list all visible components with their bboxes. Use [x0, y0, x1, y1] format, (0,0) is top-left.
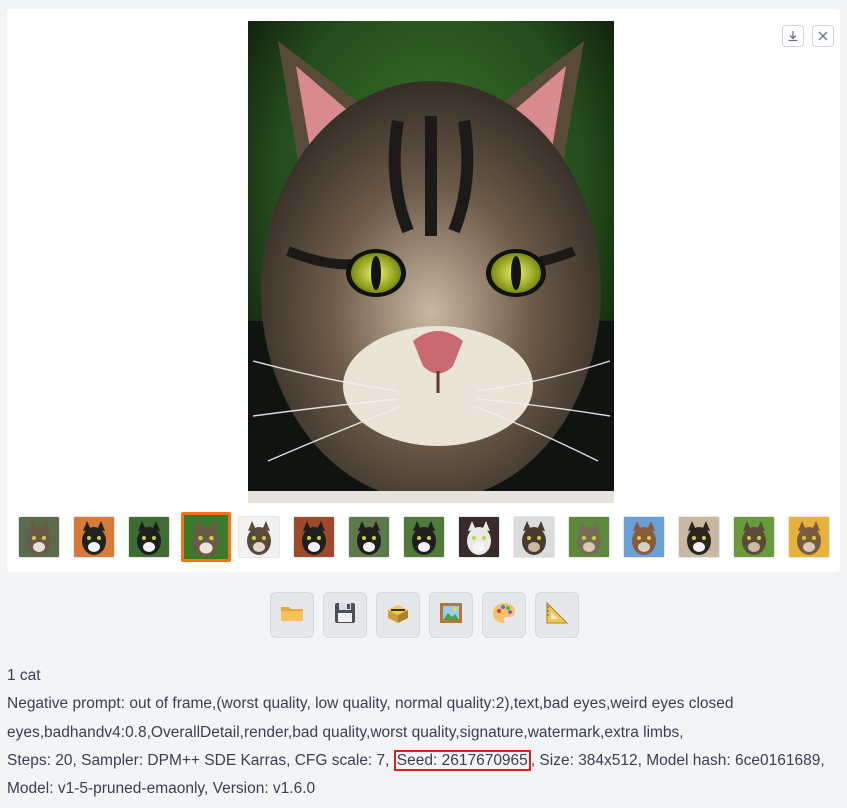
framed-picture-icon — [438, 600, 464, 631]
thumbnail-image — [129, 517, 169, 557]
params-text: Steps: 20, Sampler: DPM++ SDE Karras, CF… — [7, 751, 394, 769]
thumbnail-image — [734, 517, 774, 557]
thumbnail-image — [514, 517, 554, 557]
thumbnail-image — [184, 515, 228, 559]
generation-params: Steps: 20, Sampler: DPM++ SDE Karras, CF… — [7, 747, 843, 804]
action-toolbar — [0, 592, 847, 640]
seed-highlight: Seed: 2617670965 — [393, 749, 531, 771]
thumbnail-image — [459, 517, 499, 557]
thumbnail-strip — [0, 512, 847, 564]
thumbnail-image — [239, 517, 279, 557]
gallery-thumbnail[interactable] — [513, 516, 555, 558]
gallery-thumbnail[interactable] — [403, 516, 445, 558]
save-button[interactable] — [323, 592, 367, 638]
package-icon — [385, 600, 411, 631]
thumbnail-image — [679, 517, 719, 557]
gallery-thumbnail[interactable] — [788, 516, 830, 558]
gallery-thumbnail[interactable] — [181, 512, 231, 562]
negative-prompt-text: Negative prompt: out of frame,(worst qua… — [7, 695, 734, 741]
gallery-thumbnail[interactable] — [238, 516, 280, 558]
download-button[interactable] — [782, 25, 804, 47]
download-icon — [788, 31, 798, 42]
thumbnail-image — [19, 517, 59, 557]
gallery-thumbnail[interactable] — [568, 516, 610, 558]
send-to-img2img-button[interactable] — [429, 592, 473, 638]
gallery-thumbnail[interactable] — [458, 516, 500, 558]
gallery-thumbnail[interactable] — [73, 516, 115, 558]
open-folder-button[interactable] — [270, 592, 314, 638]
generation-info: 1 cat Negative prompt: out of frame,(wor… — [7, 662, 843, 803]
gallery-thumbnail[interactable] — [18, 516, 60, 558]
floppy-disk-icon — [332, 600, 358, 631]
main-preview-image[interactable] — [248, 21, 614, 503]
thumbnail-image — [349, 517, 389, 557]
gallery-panel — [7, 9, 840, 572]
send-to-inpaint-button[interactable] — [482, 592, 526, 638]
gallery-thumbnail[interactable] — [128, 516, 170, 558]
zip-button[interactable] — [376, 592, 420, 638]
folder-icon — [279, 600, 305, 631]
gallery-thumbnail[interactable] — [348, 516, 390, 558]
triangular-ruler-icon — [544, 600, 570, 631]
close-button[interactable] — [812, 25, 834, 47]
gallery-thumbnail[interactable] — [293, 516, 335, 558]
gallery-thumbnail[interactable] — [678, 516, 720, 558]
gallery-thumbnail[interactable] — [623, 516, 665, 558]
palette-icon — [491, 600, 517, 631]
prompt-text: 1 cat — [7, 667, 41, 684]
gallery-thumbnail[interactable] — [733, 516, 775, 558]
thumbnail-image — [74, 517, 114, 557]
thumbnail-image — [294, 517, 334, 557]
thumbnail-image — [624, 517, 664, 557]
send-to-extras-button[interactable] — [535, 592, 579, 638]
cat-portrait-image — [248, 21, 614, 503]
thumbnail-image — [789, 517, 829, 557]
thumbnail-image — [404, 517, 444, 557]
close-icon — [818, 31, 828, 41]
thumbnail-image — [569, 517, 609, 557]
